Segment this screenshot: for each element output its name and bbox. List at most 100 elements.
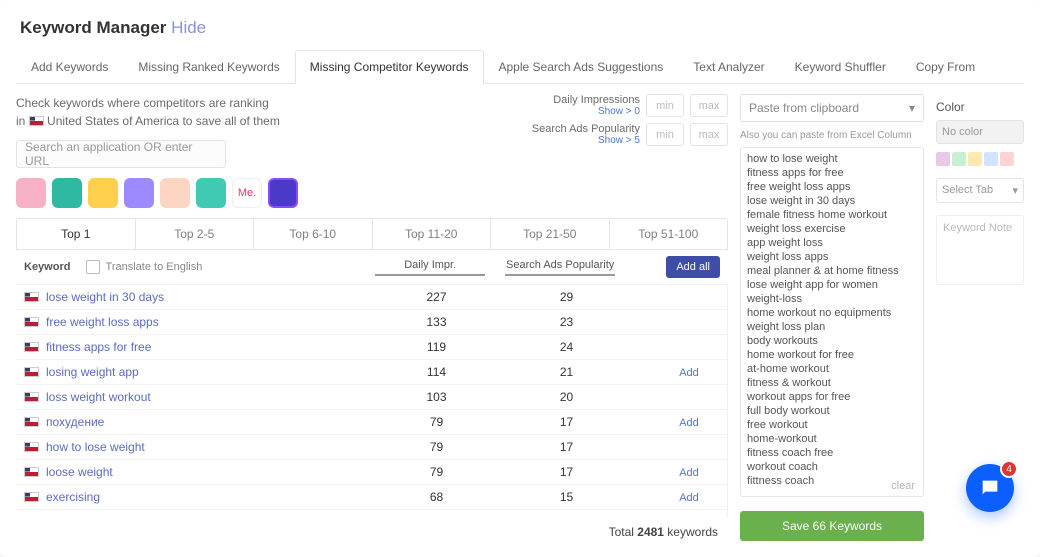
app-icon-7[interactable] xyxy=(268,178,298,208)
keyword-text[interactable]: exercising xyxy=(46,490,100,504)
table-row: losing weight app11421Add xyxy=(16,360,727,385)
rank-tab-0[interactable]: Top 1 xyxy=(17,219,136,249)
app-icon-1[interactable] xyxy=(52,178,82,208)
tab-copy-from[interactable]: Copy From xyxy=(901,50,990,83)
keyword-text[interactable]: похудение xyxy=(46,415,104,429)
app-icon-6[interactable]: Me. xyxy=(232,178,262,208)
color-swatch[interactable] xyxy=(952,152,966,166)
rank-tab-2[interactable]: Top 6-10 xyxy=(254,219,373,249)
cell-sa: 23 xyxy=(512,315,622,329)
color-swatch[interactable] xyxy=(1000,152,1014,166)
cell-sa: 15 xyxy=(512,490,622,504)
select-tab-dropdown[interactable]: Select Tab▾ xyxy=(936,178,1024,203)
add-link[interactable]: Add xyxy=(679,367,699,379)
app-icon-0[interactable] xyxy=(16,178,46,208)
show-link-di[interactable]: Show > 0 xyxy=(553,106,640,117)
keyword-text[interactable]: how to lose weight xyxy=(46,440,145,454)
clipboard-item[interactable]: fitness & workout xyxy=(747,376,917,390)
tab-add-keywords[interactable]: Add Keywords xyxy=(16,50,123,83)
keyword-text[interactable]: loose weight xyxy=(46,465,113,479)
clipboard-item[interactable]: weight loss apps xyxy=(747,250,917,264)
search-ads-pop-label: Search Ads Popularity xyxy=(532,123,640,135)
search-input[interactable]: Search an application OR enter URL xyxy=(16,140,226,168)
tab-apple-search-ads-suggestions[interactable]: Apple Search Ads Suggestions xyxy=(484,50,679,83)
rank-tabs: Top 1Top 2-5Top 6-10Top 11-20Top 21-50To… xyxy=(16,218,728,250)
cell-sa: 24 xyxy=(512,340,622,354)
clipboard-item[interactable]: home workout for free xyxy=(747,348,917,362)
clipboard-item[interactable]: free weight loss apps xyxy=(747,180,917,194)
clipboard-item[interactable]: app weight loss xyxy=(747,236,917,250)
color-swatch[interactable] xyxy=(984,152,998,166)
keyword-text[interactable]: lose weight in 30 days xyxy=(46,290,164,304)
clipboard-item[interactable]: female fitness home workout xyxy=(747,208,917,222)
show-link-sa[interactable]: Show > 5 xyxy=(532,135,640,146)
cell-sa: 17 xyxy=(512,440,622,454)
clear-link[interactable]: clear xyxy=(891,480,915,492)
app-icon-row: Me. xyxy=(16,178,514,208)
rank-tab-1[interactable]: Top 2-5 xyxy=(136,219,255,249)
clipboard-item[interactable]: workout coach xyxy=(747,460,917,474)
cell-di: 114 xyxy=(382,365,492,379)
add-all-button[interactable]: Add all xyxy=(666,256,720,278)
keyword-text[interactable]: free weight loss apps xyxy=(46,315,159,329)
clipboard-item[interactable]: full body workout xyxy=(747,404,917,418)
tab-missing-competitor-keywords[interactable]: Missing Competitor Keywords xyxy=(295,50,484,84)
keyword-text[interactable]: loss weight workout xyxy=(46,390,151,404)
di-min-input[interactable]: min xyxy=(646,94,684,117)
tab-missing-ranked-keywords[interactable]: Missing Ranked Keywords xyxy=(123,50,294,83)
keyword-note-input[interactable]: Keyword Note xyxy=(936,215,1024,285)
table-header: Keyword Translate to English Daily Impr.… xyxy=(16,250,728,285)
table-row: lose weight in 30 days22729 xyxy=(16,285,727,310)
col-di[interactable]: Daily Impr. xyxy=(375,259,485,276)
clipboard-item[interactable]: weight loss exercise xyxy=(747,222,917,236)
translate-checkbox[interactable] xyxy=(86,260,100,274)
add-link[interactable]: Add xyxy=(679,492,699,504)
sa-max-input[interactable]: max xyxy=(690,123,728,146)
clipboard-item[interactable]: home-workout xyxy=(747,432,917,446)
no-color-select[interactable]: No color xyxy=(936,120,1024,144)
keyword-text[interactable]: how to get skinny xyxy=(46,515,139,517)
tab-keyword-shuffler[interactable]: Keyword Shuffler xyxy=(780,50,901,83)
clipboard-item[interactable]: lose weight in 30 days xyxy=(747,194,917,208)
keyword-text[interactable]: losing weight app xyxy=(46,365,139,379)
clipboard-item[interactable]: free workout xyxy=(747,418,917,432)
app-icon-5[interactable] xyxy=(196,178,226,208)
chevron-down-icon: ▾ xyxy=(909,101,915,115)
flag-icon xyxy=(24,367,39,377)
col-sa[interactable]: Search Ads Popularity xyxy=(505,259,615,276)
chat-fab[interactable]: 4 xyxy=(966,464,1014,512)
cell-sa: 20 xyxy=(512,390,622,404)
app-icon-2[interactable] xyxy=(88,178,118,208)
rank-tab-3[interactable]: Top 11-20 xyxy=(373,219,492,249)
cell-di: 227 xyxy=(382,290,492,304)
clipboard-item[interactable]: weight loss plan xyxy=(747,320,917,334)
color-swatch[interactable] xyxy=(936,152,950,166)
save-keywords-button[interactable]: Save 66 Keywords xyxy=(740,511,924,541)
rank-tab-4[interactable]: Top 21-50 xyxy=(491,219,610,249)
di-max-input[interactable]: max xyxy=(690,94,728,117)
clipboard-item[interactable]: meal planner & at home fitness xyxy=(747,264,917,278)
sa-min-input[interactable]: min xyxy=(646,123,684,146)
clipboard-item[interactable]: fitness apps for free xyxy=(747,166,917,180)
clipboard-list[interactable]: how to lose weightfitness apps for freef… xyxy=(740,147,924,497)
clipboard-item[interactable]: weight-loss xyxy=(747,292,917,306)
keyword-text[interactable]: fitness apps for free xyxy=(46,340,151,354)
clipboard-item[interactable]: workout apps for free xyxy=(747,390,917,404)
color-swatch[interactable] xyxy=(968,152,982,166)
paste-clipboard-select[interactable]: Paste from clipboard▾ xyxy=(740,94,924,122)
clipboard-item[interactable]: fitness coach free xyxy=(747,446,917,460)
hide-link[interactable]: Hide xyxy=(171,18,206,37)
clipboard-item[interactable]: lose weight app for women xyxy=(747,278,917,292)
clipboard-item[interactable]: body workouts xyxy=(747,334,917,348)
color-title: Color xyxy=(936,100,1024,114)
app-icon-3[interactable] xyxy=(124,178,154,208)
clipboard-item[interactable]: at-home workout xyxy=(747,362,917,376)
clipboard-item[interactable]: home workout no equipments xyxy=(747,306,917,320)
add-link[interactable]: Add xyxy=(679,467,699,479)
add-link[interactable]: Add xyxy=(679,417,699,429)
app-icon-4[interactable] xyxy=(160,178,190,208)
clipboard-item[interactable]: how to lose weight xyxy=(747,152,917,166)
table-row: how to get skinny6314 xyxy=(16,510,727,517)
rank-tab-5[interactable]: Top 51-100 xyxy=(610,219,728,249)
tab-text-analyzer[interactable]: Text Analyzer xyxy=(678,50,779,83)
